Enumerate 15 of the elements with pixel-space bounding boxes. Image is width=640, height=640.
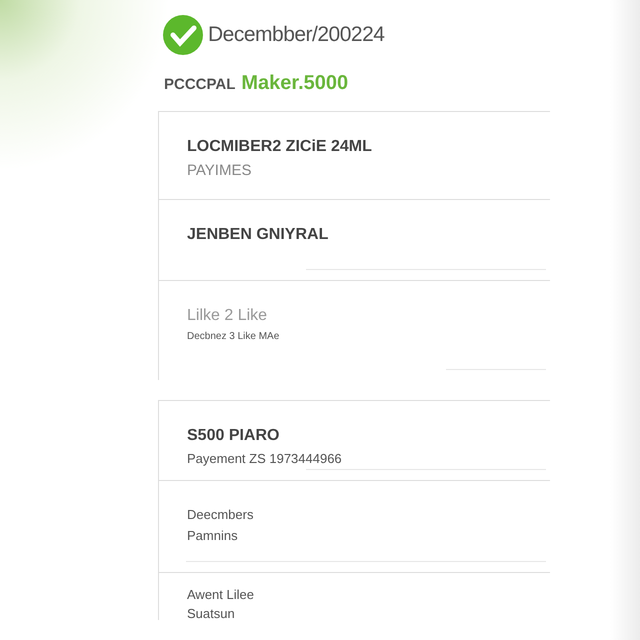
detail-text: JENBEN GNIYRAL [187,226,330,244]
payee-label: PCCCPAL [164,76,236,93]
detail-text: Deecmbers [187,507,254,522]
detail-text: Lilke 2 Like [187,307,268,325]
detail-text: Decbnez 3 Like MAe [187,331,280,342]
detail-text: Pamnins [187,528,239,543]
check-icon [162,14,204,56]
detail-text: LOCMIBER2 ZICiE 24ML [187,138,373,156]
detail-text: S500 PIARO [187,427,280,445]
date-title: Decembber/200224 [208,23,384,47]
detail-text: Payement ZS 1973444966 [187,451,343,466]
detail-text: PAYIMES [187,162,252,179]
detail-text: Suatsun [187,606,236,621]
detail-text: Awent Lilee [187,587,255,602]
amount: Maker.5000 [241,72,348,95]
